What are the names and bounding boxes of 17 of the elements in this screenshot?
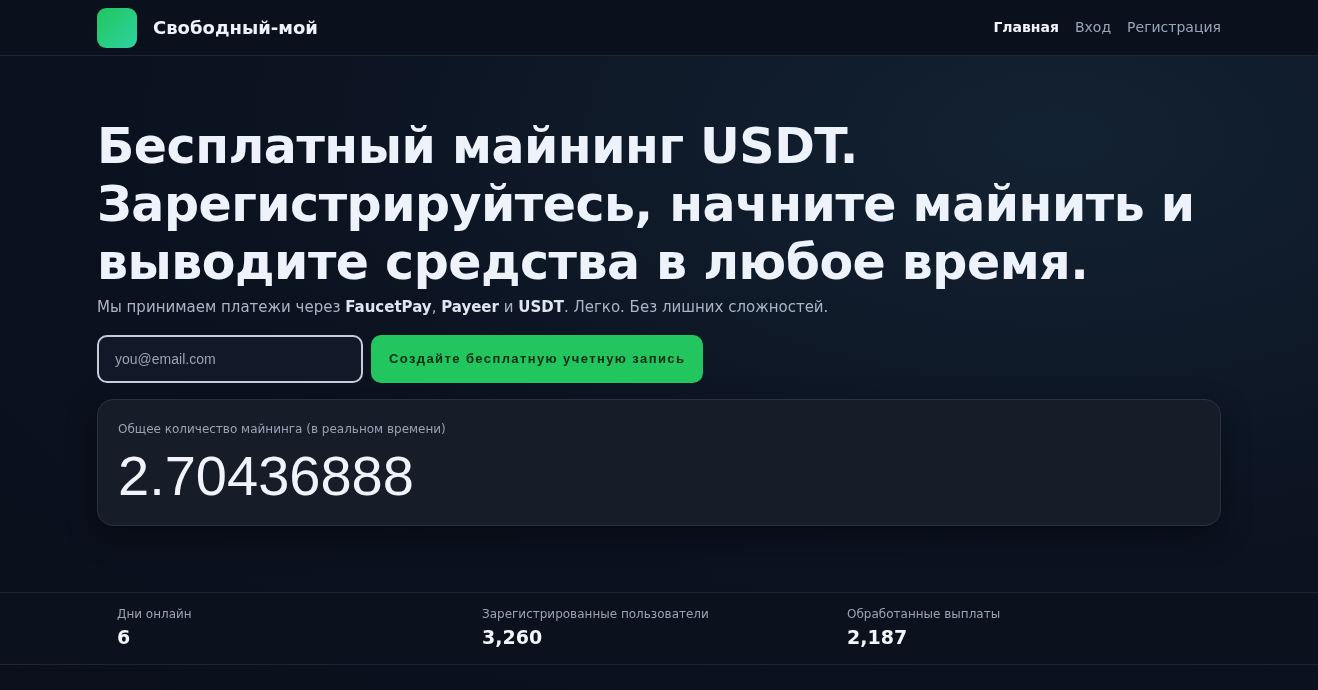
nav-link[interactable]: Вход	[1074, 17, 1112, 38]
nav-link[interactable]: Регистрация	[1127, 17, 1221, 38]
stat-label: Зарегистрированные пользователи	[482, 605, 710, 623]
stat-value: 3,260	[482, 624, 544, 650]
email-field[interactable]: you@email.com	[97, 334, 363, 383]
logo-icon	[97, 7, 137, 48]
stat-label: Обработанные выплаты	[847, 605, 1002, 623]
stat-value: 2,187	[847, 624, 909, 650]
brand-name[interactable]: Свободный-мой	[153, 14, 318, 41]
hero-heading: Бесплатный майнинг USDT. Зарегистрируйтесь, начните майнить и выводите средства в любое время.	[97, 118, 1196, 292]
counter-value: 2.70436888	[118, 442, 415, 509]
counter-label: Общее количество майнинга (в реальном времени)	[118, 420, 447, 438]
stat-value: 6	[117, 624, 132, 650]
nav-link[interactable]: Главная	[993, 17, 1059, 38]
create-account-button[interactable]: Создайте бесплатную учетную запись	[371, 334, 704, 383]
stat-label: Дни онлайн	[117, 605, 193, 623]
hero-subtitle: Мы принимаем платежи через FaucetPay, Payeer и USDT. Легко. Без лишних сложностей.	[97, 297, 830, 318]
